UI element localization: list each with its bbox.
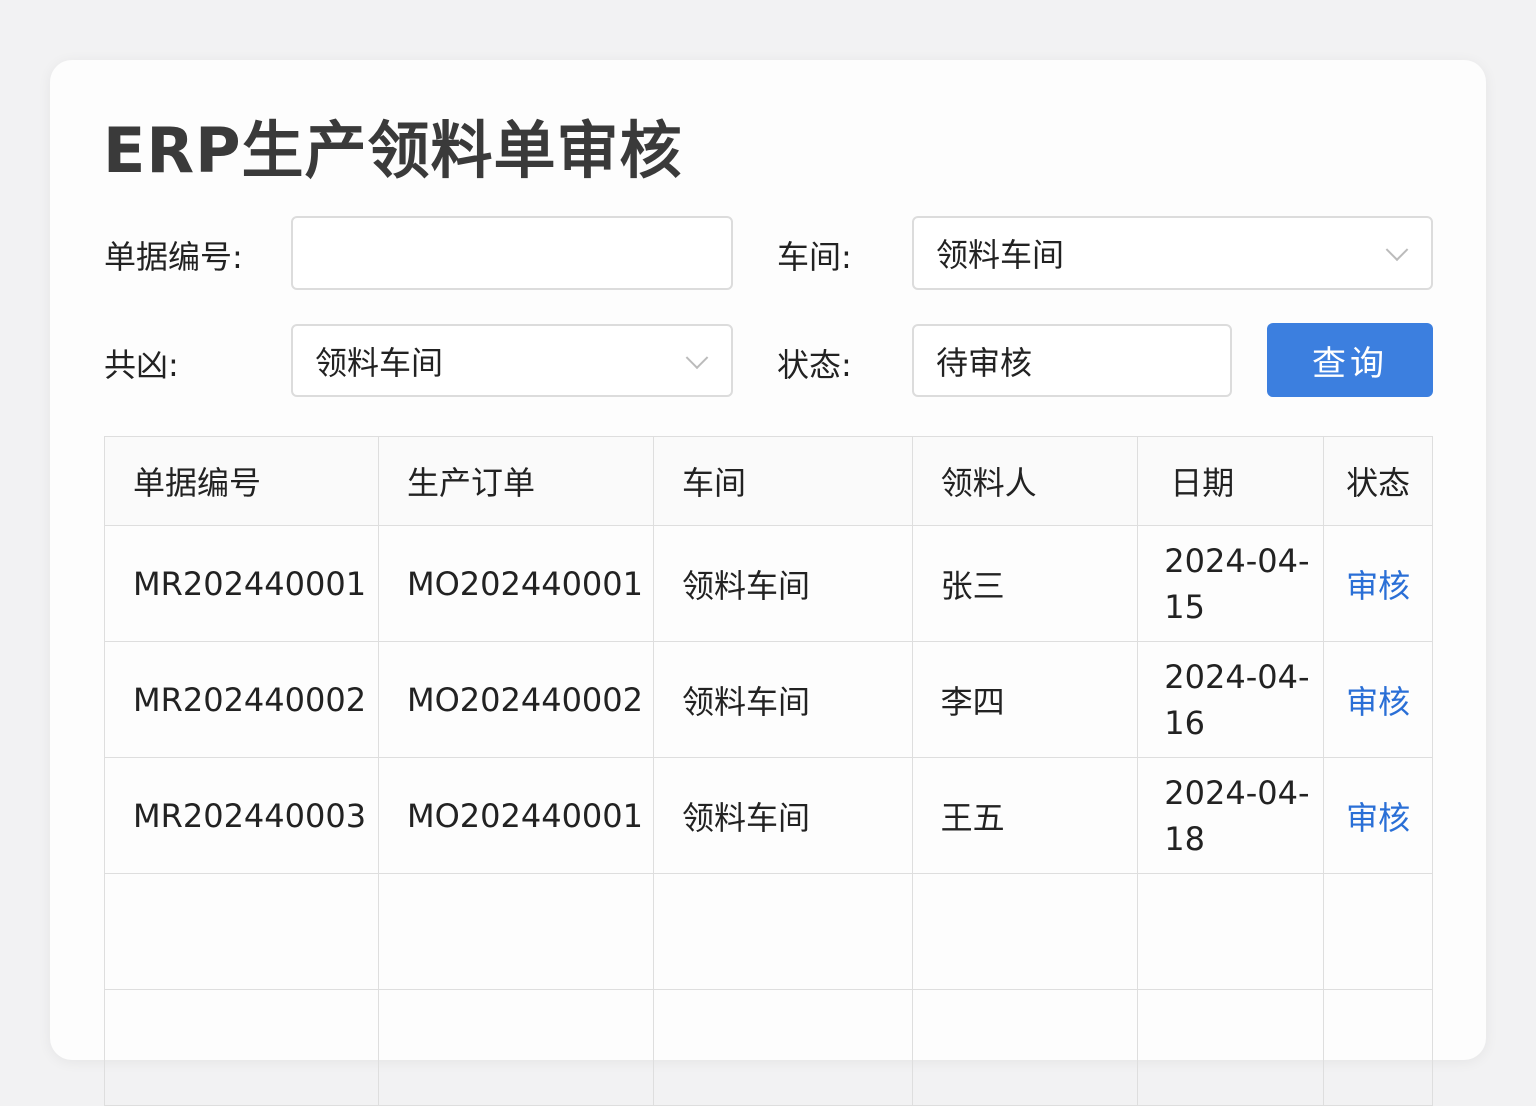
doc-no-input[interactable] (291, 216, 733, 290)
audit-link[interactable]: 审核 (1323, 525, 1433, 642)
empty-cell (104, 873, 379, 990)
workshop-label: 车间: (777, 238, 852, 276)
chevron-down-icon (685, 345, 709, 369)
empty-cell (911, 989, 1139, 1106)
empty-cell (911, 873, 1139, 990)
empty-cell (1137, 873, 1325, 990)
cell-requester: 张三 (911, 525, 1139, 642)
empty-row (104, 873, 1433, 990)
audit-link[interactable]: 审核 (1323, 757, 1433, 874)
empty-cell (377, 989, 654, 1106)
status-input[interactable]: 待审核 (912, 324, 1232, 397)
empty-cell (1323, 873, 1433, 990)
cell-doc-no: MR202440001 (104, 525, 379, 642)
requisition-table: 单据编号 生产订单 车间 领料人 日期 状态 MR202440001 MO2024… (104, 436, 1433, 1106)
cell-doc-no: MR202440003 (104, 757, 379, 874)
doc-no-label: 单据编号: (104, 238, 243, 276)
workshop-select[interactable]: 领料车间 (912, 216, 1433, 290)
workshop-value: 领料车间 (936, 236, 1065, 274)
cell-doc-no: MR202440002 (104, 641, 379, 758)
cell-requester: 李四 (911, 641, 1139, 758)
table-row: MR202440001 MO202440001 领料车间 张三 2024-04-15 审核 (104, 525, 1433, 642)
table-row: MR202440002 MO202440002 领料车间 李四 2024-04-16 审核 (104, 641, 1433, 758)
chevron-down-icon (1385, 238, 1409, 262)
header-date: 日期 (1137, 436, 1325, 526)
page-title: ERP生产领料单审核 (103, 114, 683, 187)
empty-cell (377, 873, 654, 990)
header-doc-no: 单据编号 (104, 436, 379, 526)
audit-link[interactable]: 审核 (1323, 641, 1433, 758)
cell-requester: 王五 (911, 757, 1139, 874)
header-order: 生产订单 (377, 436, 654, 526)
empty-cell (104, 989, 379, 1106)
field3-value: 领料车间 (315, 343, 444, 382)
empty-cell (1323, 989, 1433, 1106)
empty-cell (652, 989, 913, 1106)
empty-cell (652, 873, 913, 990)
cell-workshop: 领料车间 (652, 525, 913, 642)
table-row: MR202440003 MO202440001 领料车间 王五 2024-04-18 审核 (104, 757, 1433, 874)
cell-workshop: 领料车间 (652, 641, 913, 758)
cell-order: MO202440001 (377, 757, 654, 874)
header-status: 状态 (1323, 436, 1433, 526)
cell-order: MO202440001 (377, 525, 654, 642)
field3-select[interactable]: 领料车间 (291, 324, 733, 397)
empty-row (104, 989, 1433, 1106)
cell-date: 2024-04-16 (1137, 641, 1325, 758)
cell-order: MO202440002 (377, 641, 654, 758)
query-button[interactable]: 查询 (1267, 323, 1433, 397)
field3-label: 共凶: (104, 346, 179, 384)
empty-cell (1137, 989, 1325, 1106)
cell-date: 2024-04-15 (1137, 525, 1325, 642)
header-workshop: 车间 (652, 436, 913, 526)
table-header-row: 单据编号 生产订单 车间 领料人 日期 状态 (104, 436, 1433, 526)
cell-workshop: 领料车间 (652, 757, 913, 874)
status-label: 状态: (777, 346, 852, 384)
cell-date: 2024-04-18 (1137, 757, 1325, 874)
header-requester: 领料人 (911, 436, 1139, 526)
